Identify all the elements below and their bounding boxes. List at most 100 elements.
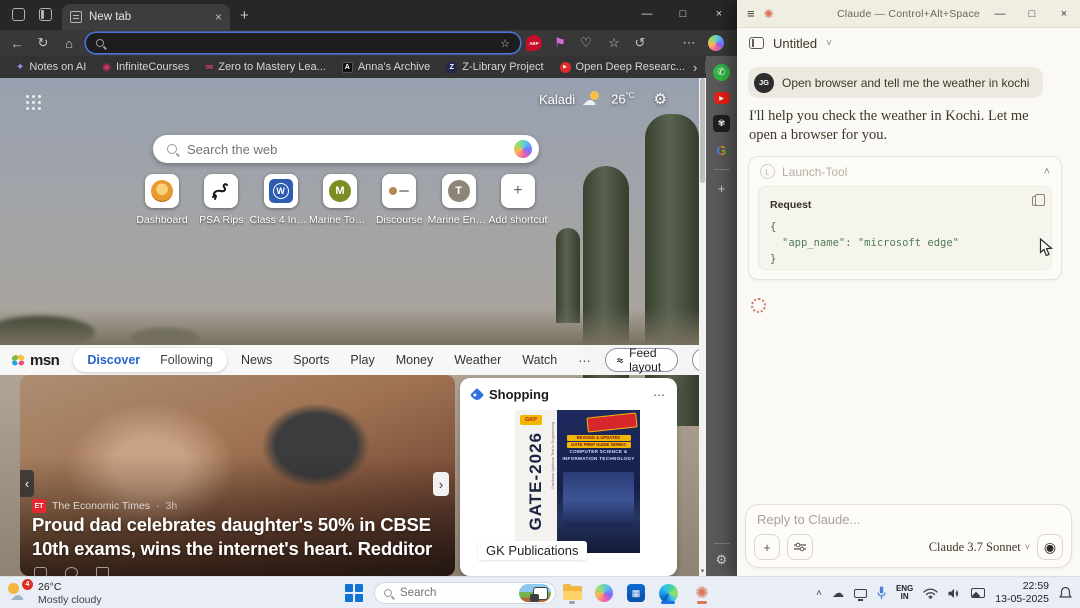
msn-link-watch[interactable]: Watch [522, 353, 557, 368]
shortcut-marine-topics[interactable]: M Marine Topics [312, 174, 368, 226]
sidebar-settings-icon[interactable]: ⚙ [716, 552, 728, 568]
shortcut-dashboard[interactable]: Dashboard [134, 174, 190, 226]
store-button[interactable]: ▦ [624, 581, 648, 605]
claude-close-button[interactable]: × [1048, 0, 1080, 28]
taskbar-weather-widget[interactable]: ☁ 4 26°C Mostly cloudy [7, 579, 102, 607]
reply-input[interactable] [757, 512, 1060, 527]
new-tab-button[interactable]: + [240, 7, 249, 24]
shortcut-marine-engg[interactable]: T Marine Engg. [431, 174, 487, 226]
menu-hamburger-icon[interactable]: ≡ [747, 6, 755, 21]
tool-call-card[interactable]: L Launch-Tool ˄ Request { "app_name": "m… [748, 156, 1062, 280]
like-icon[interactable] [34, 567, 47, 576]
claude-maximize-button[interactable]: □ [1016, 0, 1048, 28]
msn-link-money[interactable]: Money [396, 353, 434, 368]
ntp-search-bar[interactable] [153, 135, 539, 163]
carousel-prev-icon[interactable]: ‹ [20, 470, 34, 497]
ntp-search-input[interactable] [187, 142, 504, 157]
scroll-down-icon[interactable]: ▾ [699, 567, 706, 575]
tools-sliders-button[interactable] [787, 534, 813, 560]
sidebar-add-icon[interactable]: + [718, 181, 726, 196]
edge-minimize-button[interactable]: — [629, 0, 665, 28]
file-explorer-button[interactable] [560, 581, 584, 605]
caret-down-icon[interactable]: ˅ [826, 38, 832, 49]
display-icon[interactable] [854, 589, 867, 598]
news-headline[interactable]: Proud dad celebrates daughter's 50% in C… [32, 513, 447, 563]
bookmarks-overflow-icon[interactable]: › [693, 60, 697, 75]
copy-icon[interactable] [1032, 196, 1040, 206]
model-selector[interactable]: Claude 3.7 Sonnet ˅ [929, 540, 1030, 555]
bookmark-notes-on-ai[interactable]: ✦Notes on AI [8, 61, 94, 73]
shortcut-discourse[interactable]: Discourse [371, 174, 427, 226]
add-shortcut-button[interactable]: + Add shortcut [490, 174, 546, 226]
edge-maximize-button[interactable]: □ [665, 0, 701, 28]
claude-taskbar-button[interactable]: ✺ [690, 581, 714, 605]
bookmark-infinitecourses[interactable]: ◉InfiniteCourses [94, 61, 197, 73]
claude-minimize-button[interactable]: — [984, 0, 1016, 28]
copilot-icon[interactable] [708, 35, 724, 51]
task-view-button[interactable] [528, 581, 552, 605]
comment-icon[interactable] [65, 567, 78, 576]
tab-actions-icon[interactable] [39, 8, 52, 21]
adblock-icon[interactable]: ABP [526, 35, 542, 51]
copilot-button[interactable] [592, 581, 616, 605]
bookmark-zero-to-mastery[interactable]: ∞Zero to Mastery Lea... [197, 61, 333, 73]
volume-icon[interactable] [948, 588, 961, 599]
edge-taskbar-button[interactable] [656, 581, 680, 605]
scrollbar-thumb[interactable] [700, 78, 705, 183]
sidebar-toggle-icon[interactable] [749, 37, 764, 49]
record-button[interactable]: ◉ [1037, 534, 1063, 560]
msn-more-icon[interactable]: ⋯ [578, 353, 591, 368]
page-scrollbar[interactable]: ▾ [699, 78, 706, 576]
conversation-title[interactable]: Untitled [773, 36, 817, 51]
notification-bell-icon[interactable] [1059, 586, 1072, 600]
msn-logo[interactable]: msn [10, 352, 59, 369]
msn-link-play[interactable]: Play [350, 353, 374, 368]
microphone-icon[interactable] [877, 586, 886, 600]
start-button[interactable] [345, 584, 362, 601]
history-icon[interactable]: ↺ [629, 33, 651, 53]
share-icon[interactable] [96, 567, 109, 576]
page-settings-gear-icon[interactable]: ⚙ [654, 90, 667, 108]
youtube-icon[interactable]: ▶ [714, 92, 730, 104]
whatsapp-icon[interactable]: ✆ [713, 64, 730, 81]
ntp-weather-widget[interactable]: Kaladi ☁ 26°C ⚙ [539, 90, 667, 108]
clock[interactable]: 22:59 13-05-2025 [995, 580, 1049, 606]
news-card[interactable]: ‹ › ET The Economic Times · 3h Proud dad… [20, 375, 455, 576]
wifi-icon[interactable] [923, 588, 938, 599]
carousel-next-icon[interactable]: › [433, 472, 449, 496]
tray-extra-icon[interactable] [971, 588, 985, 598]
google-icon[interactable]: G [716, 143, 726, 158]
tool-header[interactable]: L Launch-Tool ˄ [749, 157, 1061, 186]
address-bar[interactable]: ☆ [86, 33, 520, 53]
tab-discover[interactable]: Discover [77, 353, 150, 367]
settings-more-icon[interactable]: ⋯ [678, 33, 700, 53]
bookmark-z-library[interactable]: ZZ-Library Project [438, 61, 551, 73]
reply-input-card[interactable]: + Claude 3.7 Sonnet ˅ ◉ [745, 504, 1072, 568]
collapse-icon[interactable]: ˄ [1044, 166, 1050, 178]
onedrive-cloud-icon[interactable]: ☁ [832, 586, 844, 600]
refresh-icon[interactable]: ↻ [32, 33, 54, 53]
tab-new-tab[interactable]: New tab × [62, 4, 230, 30]
favorite-star-icon[interactable]: ☆ [500, 37, 510, 50]
profile-avatar[interactable] [656, 35, 672, 51]
favorites-icon[interactable]: ☆ [603, 33, 625, 53]
bookmark-annas-archive[interactable]: AAnna's Archive [334, 61, 438, 73]
flag-extension-icon[interactable]: ⚑ [549, 33, 571, 53]
copilot-icon[interactable] [514, 140, 532, 158]
msn-link-weather[interactable]: Weather [454, 353, 501, 368]
tab-close-icon[interactable]: × [215, 10, 222, 24]
home-icon[interactable]: ⌂ [58, 33, 80, 53]
feed-layout-button[interactable]: Feed layout [605, 348, 678, 372]
apps-grid-icon[interactable] [26, 95, 29, 98]
bookmark-open-deep-research[interactable]: ▶Open Deep Researc... [552, 61, 693, 73]
dark-app-icon[interactable]: ✾ [713, 115, 730, 132]
back-icon[interactable]: ← [6, 33, 28, 53]
tab-following[interactable]: Following [150, 353, 223, 367]
personalize-button[interactable]: ☆ Personalize [692, 348, 699, 372]
language-indicator[interactable]: ENG IN [896, 585, 913, 601]
workspaces-icon[interactable] [12, 8, 25, 21]
attach-plus-button[interactable]: + [754, 534, 780, 560]
taskbar-search-input[interactable] [400, 587, 511, 599]
shortcut-psa-rips[interactable]: PSA Rips [193, 174, 249, 226]
msn-link-sports[interactable]: Sports [293, 353, 329, 368]
